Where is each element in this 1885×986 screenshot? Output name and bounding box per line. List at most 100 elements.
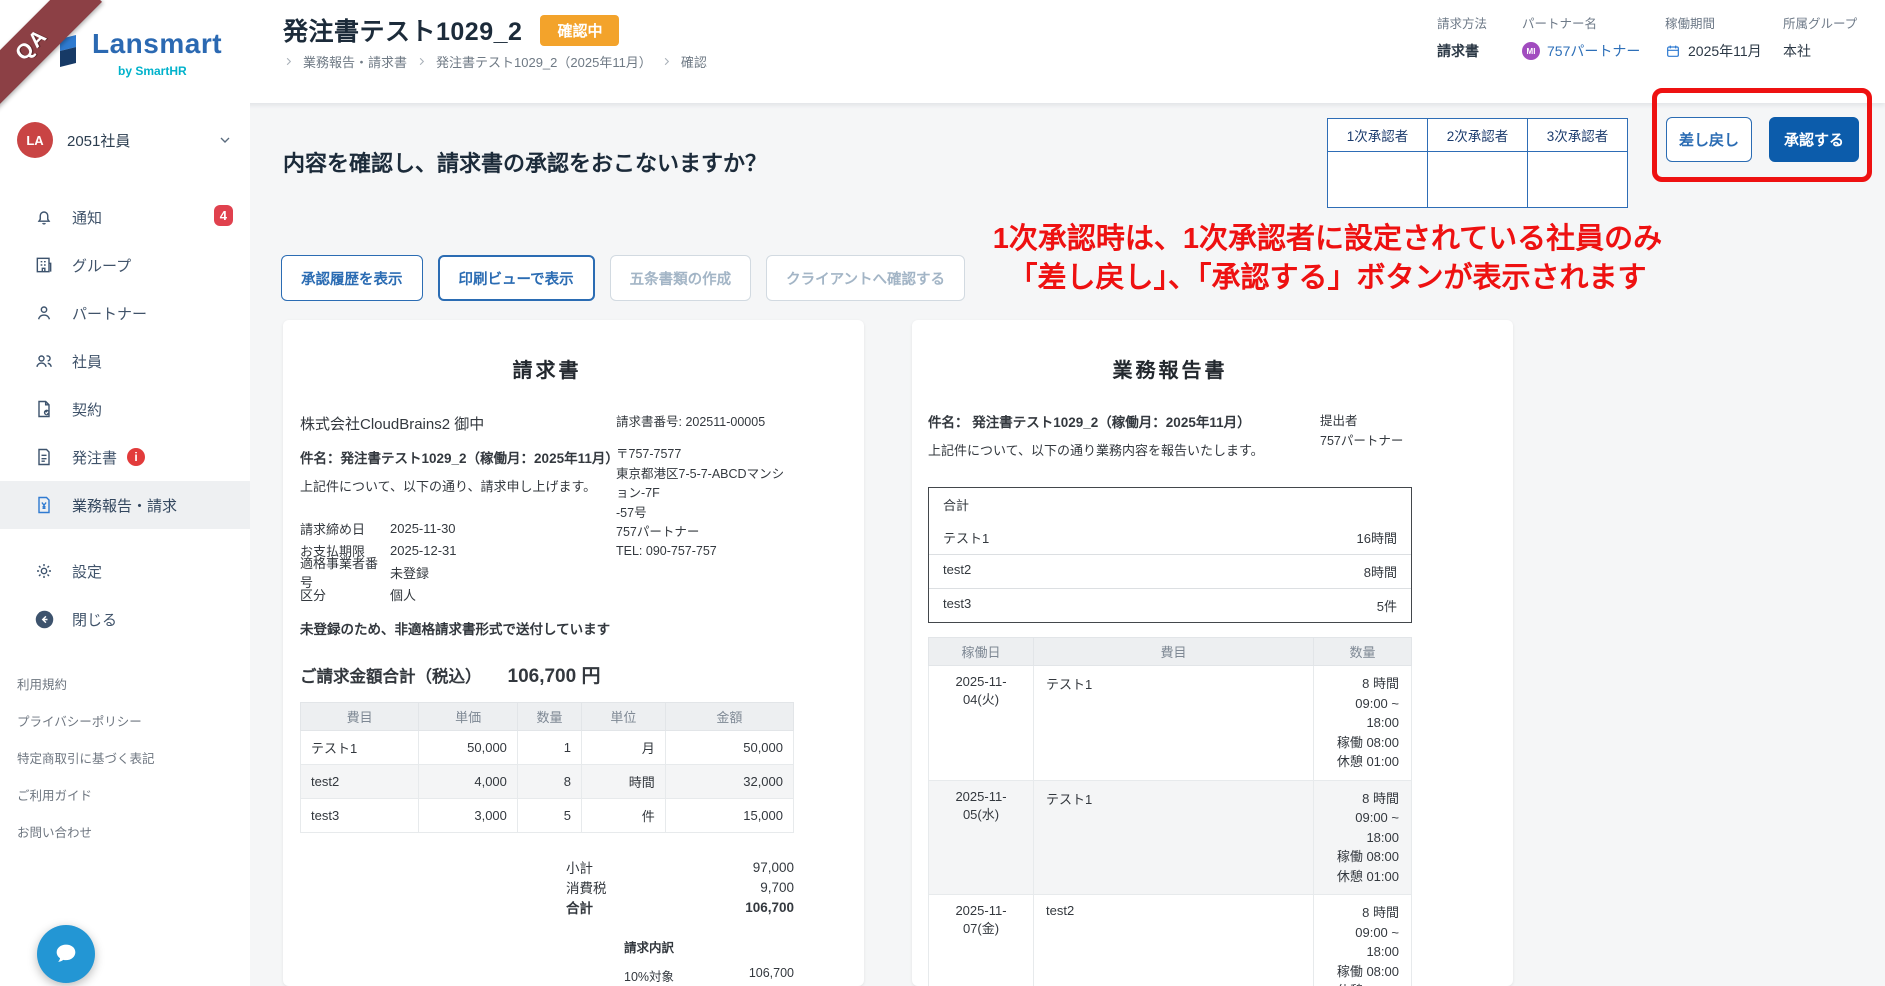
breadcrumb-item[interactable]: 業務報告・請求書 bbox=[303, 52, 407, 71]
sidebar-item-label: 契約 bbox=[72, 399, 102, 420]
report-submitter-block: 提出者 757パートナー bbox=[1320, 411, 1412, 459]
logo-area: QA Lansmart by SmartHR bbox=[0, 0, 250, 103]
approval-question: 内容を確認し、請求書の承認をおこないますか？ bbox=[283, 146, 767, 178]
top-header: 発注書テスト1029_2 確認中 業務報告・請求書 発注書テスト1029_2（2… bbox=[0, 0, 1885, 103]
sidebar-item-partners[interactable]: パートナー bbox=[0, 289, 250, 337]
terms-link[interactable]: 利用規約 bbox=[0, 665, 250, 702]
submitter-label: 提出者 bbox=[1320, 411, 1412, 431]
commerce-law-link[interactable]: 特定商取引に基づく表記 bbox=[0, 739, 250, 776]
breadcrumb-item[interactable]: 発注書テスト1029_2（2025年11月） bbox=[436, 52, 652, 71]
invoice-table-header: 費目単価数量単位金額 bbox=[301, 703, 794, 731]
approver-cell-2 bbox=[1428, 152, 1528, 208]
alert-info-badge: i bbox=[127, 448, 145, 466]
sidebar-item-settings[interactable]: 設定 bbox=[0, 547, 250, 595]
gear-icon bbox=[34, 561, 56, 581]
user-guide-link[interactable]: ご利用ガイド bbox=[0, 776, 250, 813]
privacy-policy-link[interactable]: プライバシーポリシー bbox=[0, 702, 250, 739]
contact-link[interactable]: お問い合わせ bbox=[0, 813, 250, 850]
invoice-totals: 小計97,000消費税9,700合計106,700 bbox=[566, 857, 794, 917]
article5-documents-button: 五条書類の作成 bbox=[610, 255, 752, 301]
invoice-title: 請求書 bbox=[300, 354, 794, 383]
people-icon bbox=[34, 351, 56, 371]
sidebar-item-contracts[interactable]: 契約 bbox=[0, 385, 250, 433]
approver-col-3: 3次承認者 bbox=[1528, 119, 1628, 152]
breadcrumb-item[interactable]: 確認 bbox=[681, 52, 707, 71]
show-approval-history-button[interactable]: 承認履歴を表示 bbox=[281, 255, 423, 301]
sidebar-item-collapse[interactable]: 閉じる bbox=[0, 595, 250, 643]
building-icon bbox=[34, 255, 56, 275]
report-detail-row: 2025-11-04(火)テスト18 時間09:00 ~ 18:00稼働 08:… bbox=[929, 666, 1412, 781]
invoice-total-row: 小計97,000 bbox=[566, 857, 794, 877]
billing-method-field: 請求方法 請求書 bbox=[1437, 13, 1487, 61]
approver-col-1: 1次承認者 bbox=[1328, 119, 1428, 152]
sidebar-item-purchase-orders[interactable]: 発注書 i bbox=[0, 433, 250, 481]
report-summary-box: 合計 テスト116時間test28時間test35件 bbox=[928, 487, 1412, 623]
report-detail-row: 2025-11-05(水)テスト18 時間09:00 ~ 18:00稼働 08:… bbox=[929, 780, 1412, 895]
submitter-name: 757パートナー bbox=[1320, 431, 1412, 451]
group-value: 本社 bbox=[1783, 41, 1857, 61]
partner-link[interactable]: 757パートナー bbox=[1547, 41, 1640, 61]
user-avatar: LA bbox=[17, 122, 53, 158]
invoice-preview-card: 請求書 株式会社CloudBrains2 御中 件名：発注書テスト1029_2（… bbox=[283, 320, 864, 986]
summary-row: テスト116時間 bbox=[929, 521, 1411, 554]
report-subject: 件名： 発注書テスト1029_2（稼働月：2025年11月） bbox=[928, 411, 1320, 431]
report-yen-icon bbox=[34, 495, 56, 515]
sidebar-footer-links: 利用規約 プライバシーポリシー 特定商取引に基づく表記 ご利用ガイド お問い合わ… bbox=[0, 665, 250, 850]
status-badge: 確認中 bbox=[540, 15, 619, 46]
approve-button[interactable]: 承認する bbox=[1769, 117, 1859, 162]
approver-table: 1次承認者 2次承認者 3次承認者 bbox=[1327, 118, 1628, 208]
partner-label: パートナー名 bbox=[1522, 13, 1640, 32]
notification-count-badge: 4 bbox=[214, 205, 233, 226]
invoice-greeting: 上記件について、以下の通り、請求申し上げます。 bbox=[300, 476, 616, 495]
lansmart-logo-text: Lansmart bbox=[92, 28, 222, 60]
work-report-preview-card: 業務報告書 件名： 発注書テスト1029_2（稼働月：2025年11月） 上記件… bbox=[912, 320, 1513, 986]
reject-button[interactable]: 差し戻し bbox=[1666, 117, 1752, 162]
approver-col-2: 2次承認者 bbox=[1428, 119, 1528, 152]
chevron-right-icon bbox=[661, 56, 672, 67]
annotation-text: 1次承認時は、1次承認者に設定されている社員のみ 「差し戻し」、「承認する」ボタ… bbox=[905, 220, 1750, 298]
billing-method-value: 請求書 bbox=[1437, 41, 1487, 61]
sidebar-item-groups[interactable]: グループ bbox=[0, 241, 250, 289]
invoice-items-table: 費目単価数量単位金額 テスト150,0001月50,000test24,0008… bbox=[300, 702, 794, 833]
invoice-number: 請求書番号: 202511-00005 bbox=[616, 413, 794, 432]
group-field: 所属グループ 本社 bbox=[1783, 13, 1857, 61]
contract-icon bbox=[34, 399, 56, 419]
user-menu[interactable]: LA 2051社員 bbox=[0, 115, 250, 165]
sidebar-item-label: 設定 bbox=[72, 561, 102, 582]
sidebar-item-employees[interactable]: 社員 bbox=[0, 337, 250, 385]
summary-title: 合計 bbox=[943, 495, 969, 514]
report-detail-table: 稼働日費目数量 2025-11-04(火)テスト18 時間09:00 ~ 18:… bbox=[928, 637, 1412, 986]
invoice-note: 未登録のため、非適格請求書形式で送付しています bbox=[300, 618, 794, 638]
invoice-item-row: テスト150,0001月50,000 bbox=[301, 731, 794, 765]
collapse-icon bbox=[34, 609, 56, 630]
print-view-button[interactable]: 印刷ビューで表示 bbox=[438, 255, 595, 301]
group-label: 所属グループ bbox=[1783, 13, 1857, 32]
person-icon bbox=[34, 303, 56, 323]
work-period-value: 2025年11月 bbox=[1688, 41, 1762, 61]
sidebar-item-label: 通知 bbox=[72, 207, 102, 228]
sidebar-item-label: グループ bbox=[72, 255, 131, 276]
report-summary-rows: テスト116時間test28時間test35件 bbox=[929, 521, 1411, 622]
sidebar-nav: 通知 4 グループ パートナー 社員 契約 bbox=[0, 193, 250, 643]
sidebar-item-work-report-billing[interactable]: 業務報告・請求 bbox=[0, 481, 250, 529]
approver-cell-1 bbox=[1328, 152, 1428, 208]
billing-method-label: 請求方法 bbox=[1437, 13, 1487, 32]
invoice-total-row: 消費税9,700 bbox=[566, 877, 794, 897]
report-title: 業務報告書 bbox=[928, 354, 1412, 383]
sender-address2: -57号 bbox=[616, 504, 794, 523]
report-table-body: 2025-11-04(火)テスト18 時間09:00 ~ 18:00稼働 08:… bbox=[929, 666, 1412, 986]
work-period-field: 稼働期間 2025年11月 bbox=[1665, 13, 1762, 61]
sender-name: 757パートナー bbox=[616, 523, 794, 542]
invoice-total-row: 合計106,700 bbox=[566, 897, 794, 917]
bell-icon bbox=[34, 207, 56, 227]
partner-field: パートナー名 MI 757パートナー bbox=[1522, 13, 1640, 61]
chat-bubble-icon bbox=[52, 940, 80, 968]
sidebar-item-label: 社員 bbox=[72, 351, 102, 372]
user-name: 2051社員 bbox=[67, 130, 130, 151]
summary-row: test35件 bbox=[929, 588, 1411, 622]
report-detail-row: 2025-11-07(金)test28 時間09:00 ~ 18:00稼働 08… bbox=[929, 895, 1412, 986]
sidebar-item-notifications[interactable]: 通知 4 bbox=[0, 193, 250, 241]
invoice-grand-total: ご請求金額合計（税込） 106,700 円 bbox=[300, 661, 794, 688]
sidebar: QA Lansmart by SmartHR LA 2051社員 通知 4 グル… bbox=[0, 0, 250, 986]
chat-support-button[interactable] bbox=[37, 925, 95, 983]
